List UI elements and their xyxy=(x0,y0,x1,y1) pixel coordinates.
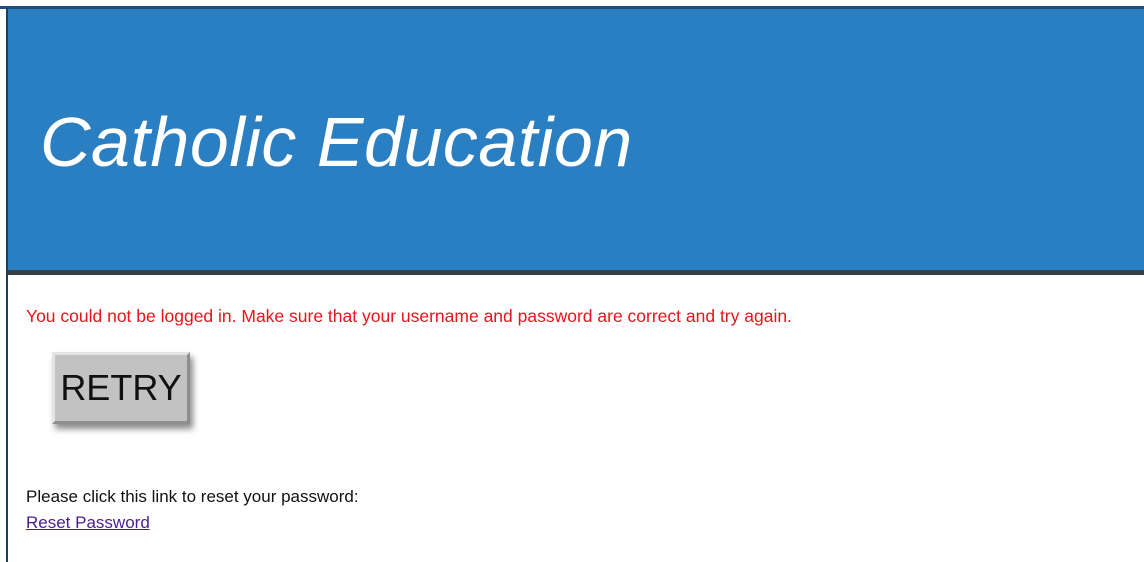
login-error-message: You could not be logged in. Make sure th… xyxy=(26,306,792,326)
header-divider xyxy=(8,270,1144,275)
retry-button[interactable]: RETRY xyxy=(52,352,190,424)
reset-password-link[interactable]: Reset Password xyxy=(26,513,150,533)
reset-password-prompt: Please click this link to reset your pas… xyxy=(26,487,359,506)
header-banner: Catholic Education xyxy=(8,9,1144,270)
login-error-page: Catholic Education You could not be logg… xyxy=(0,0,1144,562)
site-title: Catholic Education xyxy=(40,103,633,181)
